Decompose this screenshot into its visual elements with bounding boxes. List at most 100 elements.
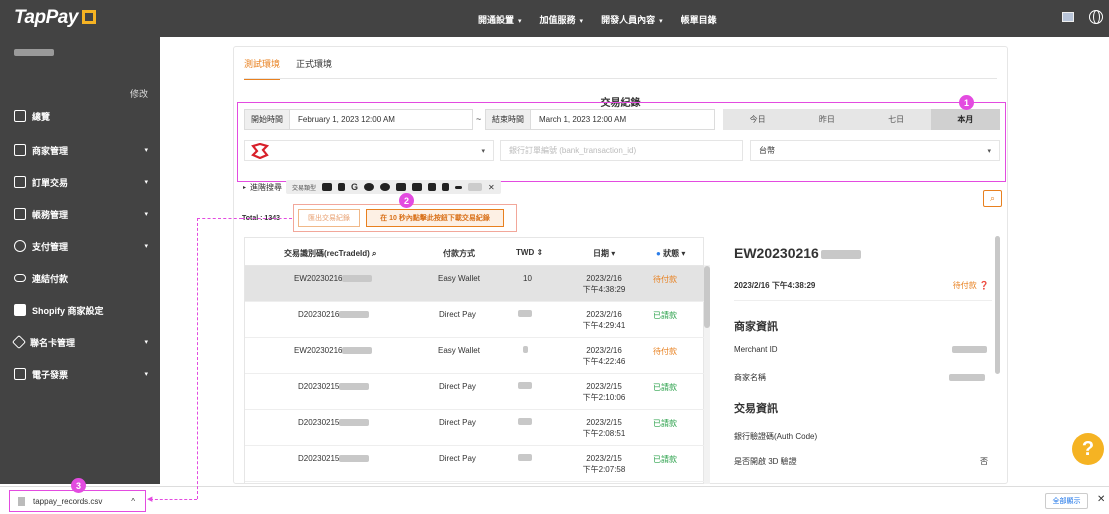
samsung-icon [380,183,391,191]
col-date[interactable]: 日期 ▾ [593,248,615,259]
invoice-icon [14,368,26,380]
sidebar-item-einvoice[interactable]: 電子發票 ▾ [14,364,160,384]
globe-icon[interactable] [1089,10,1103,24]
bank-icon [14,208,26,220]
transaction-icon [14,176,26,188]
download-records-button[interactable]: 在 10 秒內點擊此按鈕下載交易紀錄 [366,209,504,227]
google-icon: G [351,182,359,192]
file-icon [18,496,25,506]
arrow-left-icon: ◀ [147,496,153,503]
payment-method: Direct Pay [439,382,476,391]
table-row[interactable]: D20230215 Direct Pay 2023/2/15 下午2:08:51 … [245,410,705,446]
date: 2023/2/16 下午4:22:46 [582,346,626,366]
sidebar-item-shopify[interactable]: Shopify 商家設定 [14,300,160,320]
tab-test-env[interactable]: 測試環境 [244,57,281,80]
detail-title: EW20230216 [734,245,861,261]
range-today[interactable]: 今日 [723,109,792,130]
show-all-button[interactable]: 全部顯示 [1045,493,1088,509]
chevron-up-icon[interactable]: ^ [131,497,135,506]
sidebar-item-orders[interactable]: 訂單交易 ▾ [14,172,160,192]
language-flag-icon[interactable] [1062,12,1074,22]
trade-id: EW20230216 [294,346,373,355]
nav-setup[interactable]: 開通設置 ▾ [478,13,522,26]
table-row[interactable]: D20230216 Direct Pay 2023/2/16 下午4:29:41 … [245,302,705,338]
clear-icon: ✕ [488,182,495,192]
start-time-value: February 1, 2023 12:00 AM [298,115,395,124]
detail-scrollbar[interactable] [995,236,1000,374]
transactions-table: 交易識別碼(recTradeId) ⌕ 付款方式 TWD ⇕ 日期 ▾ ● 狀態… [244,237,705,484]
sidebar-item-cobrand-card[interactable]: 聯名卡管理 ▾ [11,332,160,352]
start-time-field[interactable]: 開始時間 February 1, 2023 12:00 AM [244,109,473,130]
chevron-down-icon: ▾ [144,339,148,346]
range-yesterday[interactable]: 昨日 [792,109,861,130]
status-badge: 已請款 [653,383,677,392]
annotation-line [150,499,197,500]
status-badge: 待付款 [653,347,677,356]
trade-id: D20230215 [298,454,370,463]
end-time-field[interactable]: 結束時間 March 1, 2023 12:00 AM [485,109,715,130]
sidebar-item-merchant[interactable]: 商家管理 ▾ [14,140,160,160]
export-records-button[interactable]: 匯出交易紀錄 [298,209,360,227]
advanced-search-toggle[interactable]: ▸ 進階搜尋 交易類型 G ✕ [243,180,501,194]
line-icon [364,183,375,191]
close-icon[interactable]: ✕ [1097,494,1105,505]
sidebar-item-overview[interactable]: 總覽 [14,106,160,126]
sort-desc-icon: ▾ [611,249,616,258]
range-7days[interactable]: 七日 [862,109,931,130]
col-trade-id[interactable]: 交易識別碼(recTradeId) ⌕ [284,248,377,259]
sidebar-item-payment[interactable]: 支付管理 ▾ [14,236,160,256]
currency-select[interactable]: 台幣 ▾ [750,140,1000,161]
chevron-down-icon: ▾ [144,371,148,378]
more-icon [468,183,483,191]
edit-link[interactable]: 修改 [130,87,148,100]
sidebar-item-accounts[interactable]: 帳務管理 ▾ [14,204,160,224]
payment-method-select[interactable]: ▾ [244,140,494,161]
tappay-logo[interactable]: TapPay [14,7,96,29]
sidebar-item-link-pay[interactable]: 連結付款 [14,268,160,288]
top-bar: TapPay 開通設置 ▾ 加值服務 ▾ 開發人員內容 ▾ 帳單目錄 [0,0,1109,37]
jko-icon [412,183,423,191]
taishin-bank-logo-icon [251,142,269,159]
merchant-info-heading: 商家資訊 [734,321,778,333]
chevron-down-icon: ▾ [681,249,686,258]
nav-billing[interactable]: 帳單目錄 [681,13,717,26]
trade-id: D20230215 [298,382,370,391]
chevron-down-icon: ▾ [144,179,148,186]
bank-transaction-id-input[interactable]: 銀行訂單編號 (bank_transaction_id) [500,140,743,161]
table-row[interactable]: D20230215 Direct Pay 2023/2/15 下午2:07:58 … [245,446,705,482]
date: 2023/2/15 下午2:08:51 [582,418,626,438]
status-badge: 待付款 [653,275,677,284]
start-time-label: 開始時間 [245,110,290,129]
annotation-line [242,218,292,219]
annotation-badge-1: 1 [959,95,974,110]
payment-method: Direct Pay [439,454,476,463]
payment-icon [14,240,26,252]
nav-value-added[interactable]: 加值服務 ▾ [540,13,584,26]
chevron-down-icon: ▾ [481,147,485,155]
download-item[interactable]: tappay_records.csv ^ [9,490,146,512]
table-scroll-thumb[interactable] [704,266,710,328]
col-amount[interactable]: TWD ⇕ [516,248,543,257]
tab-production-env[interactable]: 正式環境 [296,57,332,80]
chevron-down-icon: ▾ [144,211,148,218]
table-row[interactable]: EW20230216 Easy Wallet 2023/2/16 下午4:22:4… [245,338,705,374]
sort-icon: ⇕ [536,248,544,257]
table-row[interactable]: D20230215 Direct Pay 2023/2/15 下午2:10:06 … [245,374,705,410]
annotation-badge-2: 2 [399,193,414,208]
payment-type-strip[interactable]: 交易類型 G ✕ [286,180,501,194]
col-status[interactable]: ● 狀態 ▾ [656,248,685,259]
col-method: 付款方式 [443,249,475,258]
nav-developer[interactable]: 開發人員內容 ▾ [601,13,663,26]
trade-id: EW20230216 [294,274,373,283]
table-row[interactable]: EW20230216 Easy Wallet 10 2023/2/16 下午4:3… [245,266,705,302]
help-button[interactable]: ? [1072,433,1104,465]
status-badge: 已請款 [653,455,677,464]
search-button[interactable]: ⌕ [983,190,1002,207]
annotation-line [197,218,242,219]
range-tilde: ~ [476,114,482,124]
chevron-down-icon: ▾ [144,147,148,154]
link-icon [14,274,26,282]
store-icon [14,144,26,156]
shopify-bag-icon [14,304,26,316]
range-this-month[interactable]: 本月 [930,109,1000,130]
